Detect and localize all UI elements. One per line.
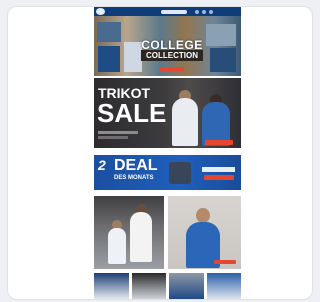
deal-number: 2 bbox=[98, 157, 106, 173]
product-tile-right[interactable] bbox=[168, 196, 241, 269]
banner-photo bbox=[97, 22, 121, 42]
deal-title: DEAL bbox=[114, 157, 158, 174]
top-navigation bbox=[94, 7, 241, 16]
club-logo-icon[interactable] bbox=[96, 8, 105, 15]
banner-photo bbox=[98, 46, 120, 72]
tile-shop-button[interactable] bbox=[214, 260, 236, 264]
deal-price-tag bbox=[202, 167, 235, 172]
player-white-jersey bbox=[172, 98, 198, 146]
preview-card: COLLEGE COLLECTION TRIKOT SALE 2 DEAL DE… bbox=[7, 6, 313, 300]
deal-subtitle: DES MONATS bbox=[114, 175, 154, 181]
trikot-shop-button[interactable] bbox=[205, 140, 233, 145]
thumbnail-row bbox=[94, 273, 241, 299]
thumbnail-item[interactable] bbox=[131, 273, 166, 299]
search-bar[interactable] bbox=[161, 9, 187, 14]
deal-shop-button[interactable] bbox=[204, 175, 234, 180]
deal-product-image bbox=[169, 162, 191, 184]
banner-subline bbox=[98, 131, 138, 134]
deal-des-monats-banner[interactable]: 2 DEAL DES MONATS bbox=[94, 155, 241, 190]
model-white-shirt bbox=[108, 228, 126, 264]
wishlist-icon[interactable] bbox=[202, 9, 206, 14]
model-white-shirt bbox=[130, 212, 152, 262]
trikot-sale-banner[interactable]: TRIKOT SALE bbox=[94, 78, 241, 148]
sale-title: SALE bbox=[97, 98, 167, 128]
account-icon[interactable] bbox=[195, 9, 199, 14]
header-icons bbox=[195, 9, 213, 14]
banner-subline bbox=[98, 136, 128, 139]
banner-photo bbox=[210, 48, 236, 72]
thumbnail-item[interactable] bbox=[94, 273, 129, 299]
thumbnail-item[interactable] bbox=[169, 273, 204, 299]
college-collection-banner[interactable]: COLLEGE COLLECTION bbox=[94, 16, 241, 76]
college-shop-button[interactable] bbox=[160, 67, 184, 71]
banner-photo bbox=[124, 42, 142, 72]
cart-icon[interactable] bbox=[209, 9, 213, 14]
thumbnail-item[interactable] bbox=[206, 273, 241, 299]
college-subtitle: COLLECTION bbox=[141, 50, 203, 61]
model-head bbox=[196, 208, 210, 223]
banner-photo bbox=[206, 24, 236, 46]
product-tile-left[interactable] bbox=[94, 196, 164, 269]
shop-page-preview[interactable]: COLLEGE COLLECTION TRIKOT SALE 2 DEAL DE… bbox=[94, 7, 241, 299]
